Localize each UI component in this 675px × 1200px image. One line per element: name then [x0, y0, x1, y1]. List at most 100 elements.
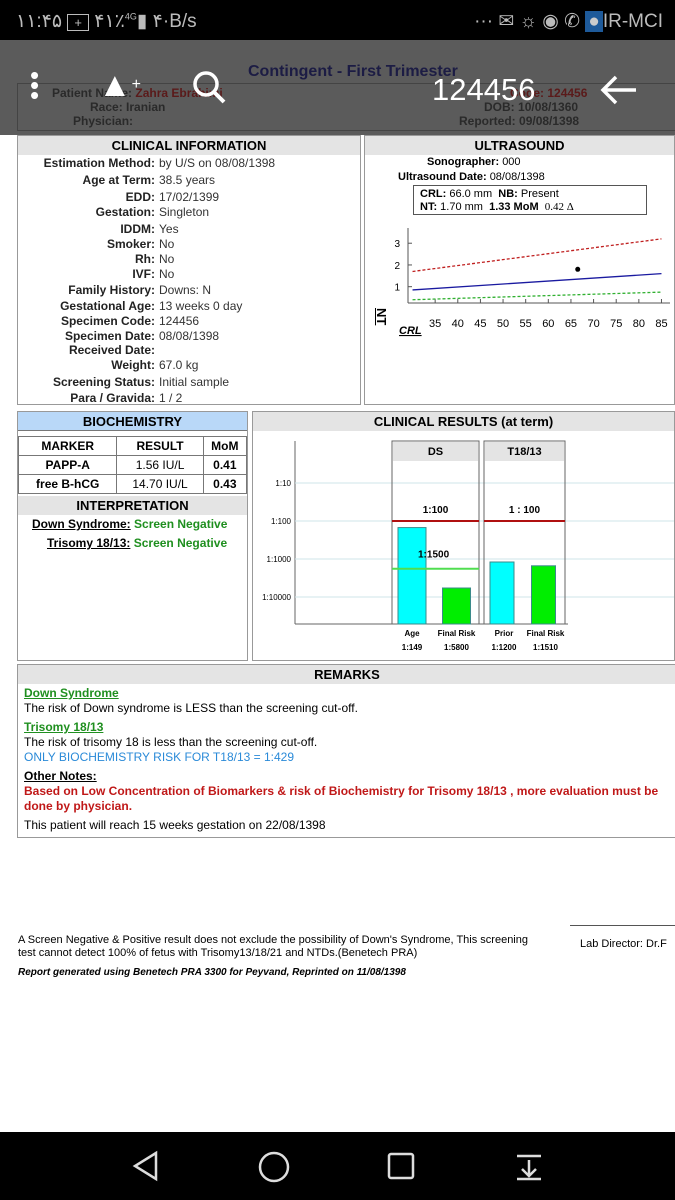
other-notes-title: Other Notes: — [24, 769, 97, 783]
second-cutoff-label: 1:1500 — [418, 550, 450, 561]
recents-nav-icon[interactable] — [386, 1151, 416, 1181]
trisomy-remark-text: The risk of trisomy 18 is less than the … — [24, 735, 318, 749]
nasal-bone: Present — [520, 188, 559, 200]
phone-icon: ✆ — [564, 11, 581, 32]
y-tick-label: 1:100 — [271, 517, 292, 526]
biochemistry-panel: BIOCHEMISTRY MARKER RESULT MoM PAPP-A 1.56 … — [17, 411, 248, 661]
ds-remark-title: Down Syndrome — [24, 686, 119, 700]
interpretation-heading: INTERPRETATION — [18, 496, 247, 515]
field-value: 17/02/1399 — [159, 190, 220, 204]
mail-icon: ✉ — [498, 11, 515, 32]
x-tick-label: 60 — [542, 318, 554, 330]
column-header: MARKER — [17, 436, 118, 456]
overflow-icon: ··· — [474, 11, 494, 32]
label: Ultrasound Date: — [398, 171, 487, 183]
panel-heading: BIOCHEMISTRY — [18, 412, 247, 431]
battery-percent: ۴۱٪ — [94, 11, 125, 32]
panel-heading: REMARKS — [18, 665, 675, 684]
biochemistry-table: MARKER RESULT MoM PAPP-A 1.56 IU/L 0.41 free… — [17, 436, 248, 494]
field-value: 67.0 kg — [159, 358, 199, 372]
field-value: by U/S on 08/08/1398 — [159, 156, 276, 170]
panel-heading: CLINICAL INFORMATION — [18, 136, 360, 155]
physician-label: Physician: — [73, 114, 134, 128]
signal-icon: ▮ — [136, 11, 148, 32]
field-value: Initial sample — [159, 375, 230, 389]
back-arrow-icon[interactable] — [598, 72, 640, 108]
x-tick-label: 50 — [497, 318, 509, 330]
field-label: EDD: — [125, 190, 155, 204]
chrome-icon: ◉ — [542, 11, 559, 32]
viewer-toolbar: Contingent - First Trimester Patient Nam… — [0, 40, 675, 135]
marker: PAPP-A — [17, 455, 118, 475]
risk-bar — [531, 565, 556, 625]
x-tick-label: 55 — [520, 318, 532, 330]
field-label: IDDM: — [120, 222, 155, 236]
document-title: 124456 — [432, 72, 536, 107]
clinical-row: IDDM: Yes — [18, 222, 358, 238]
x-tick-label: 35 — [429, 318, 441, 330]
status-bar: ۱۱:۴۵ + ۴۱٪4G▮ ۴·B/s ··· ✉ ☼ ◉ ✆ ● IR-MCI — [0, 0, 675, 40]
notification-pull-icon[interactable] — [514, 1152, 544, 1182]
bar-label: Age — [404, 629, 420, 638]
data-point — [575, 266, 581, 272]
interpretation-list: Down Syndrome: Screen Negative Trisomy 1… — [18, 515, 247, 553]
field-label: Gestational Age: — [60, 299, 155, 313]
back-nav-icon[interactable] — [130, 1150, 162, 1182]
status-right: ··· ✉ ☼ ◉ ✆ ● IR-MCI — [474, 10, 663, 33]
code: 124456 — [547, 86, 588, 100]
more-vert-icon[interactable]: • • • — [30, 62, 39, 108]
field-label: Para / Gravida: — [70, 391, 155, 405]
clinical-row: Family History: Downs: N — [18, 283, 358, 299]
table-header: MARKER RESULT MoM — [17, 436, 248, 456]
carrier: IR-MCI — [602, 11, 663, 32]
field-value: No — [159, 237, 175, 251]
result: 14.70 IU/L — [116, 474, 204, 494]
ultrasound-date: 08/08/1398 — [489, 171, 545, 183]
home-nav-icon[interactable] — [257, 1150, 291, 1184]
cutoff-label: 1:100 — [423, 505, 449, 516]
battery-icon: + — [67, 14, 89, 31]
label: NB: — [498, 188, 518, 200]
nt-mom: 1.33 MoM — [489, 201, 539, 213]
sonographer: 000 — [502, 156, 521, 168]
field-label: Age at Term: — [82, 173, 155, 187]
y-tick-label: 1 — [394, 283, 400, 294]
bar-label: Final Risk — [438, 629, 476, 638]
bar-value-label: 1:1200 — [492, 643, 517, 652]
field-value: 1 / 2 — [159, 391, 183, 405]
field-label: Screening Status: — [52, 375, 155, 389]
reported-row: Reported: 09/08/1398 — [459, 114, 579, 128]
bar-label: Final Risk — [527, 629, 565, 638]
panel-heading: ULTRASOUND — [365, 136, 674, 155]
clinical-row: IVF: No — [18, 267, 358, 283]
ultrasound-date-row: Ultrasound Date: 08/08/1398 — [398, 171, 545, 183]
x-tick-label: 45 — [474, 318, 486, 330]
field-label: Rh: — [135, 252, 155, 266]
nt-delta: 0.42 Δ — [544, 201, 574, 213]
field-label: Received Date: — [68, 343, 155, 357]
field-label: Specimen Code: — [60, 314, 155, 328]
result: 1.56 IU/L — [116, 455, 204, 475]
clinical-row: EDD: 17/02/1399 — [18, 190, 358, 206]
label: Trisomy 18/13: — [47, 536, 131, 550]
clinical-row: Received Date: — [18, 343, 358, 359]
field-value: Yes — [159, 222, 179, 236]
interpretation-item: Trisomy 18/13: Screen Negative — [32, 534, 247, 553]
group-label: T18/13 — [507, 446, 541, 458]
x-tick-label: 70 — [587, 318, 599, 330]
clinical-row: Rh: No — [18, 252, 358, 268]
bar-value-label: 1:1510 — [533, 643, 558, 652]
field-label: Family History: — [68, 283, 155, 297]
drive-add-icon[interactable]: ▲+ — [98, 68, 141, 102]
field-label: Gestation: — [95, 205, 155, 219]
clinical-row: Para / Gravida: 1 / 2 — [18, 391, 358, 407]
search-icon[interactable] — [190, 68, 230, 108]
field-value: Singleton — [159, 205, 210, 219]
clinical-row: Specimen Code: 124456 — [18, 314, 358, 330]
label: Down Syndrome: — [32, 517, 131, 531]
clinical-row: Gestation: Singleton — [18, 205, 358, 221]
risk-bar — [442, 587, 471, 625]
series-line — [412, 291, 662, 301]
field-value: No — [159, 267, 175, 281]
y-tick-label: 1:10 — [275, 479, 291, 488]
